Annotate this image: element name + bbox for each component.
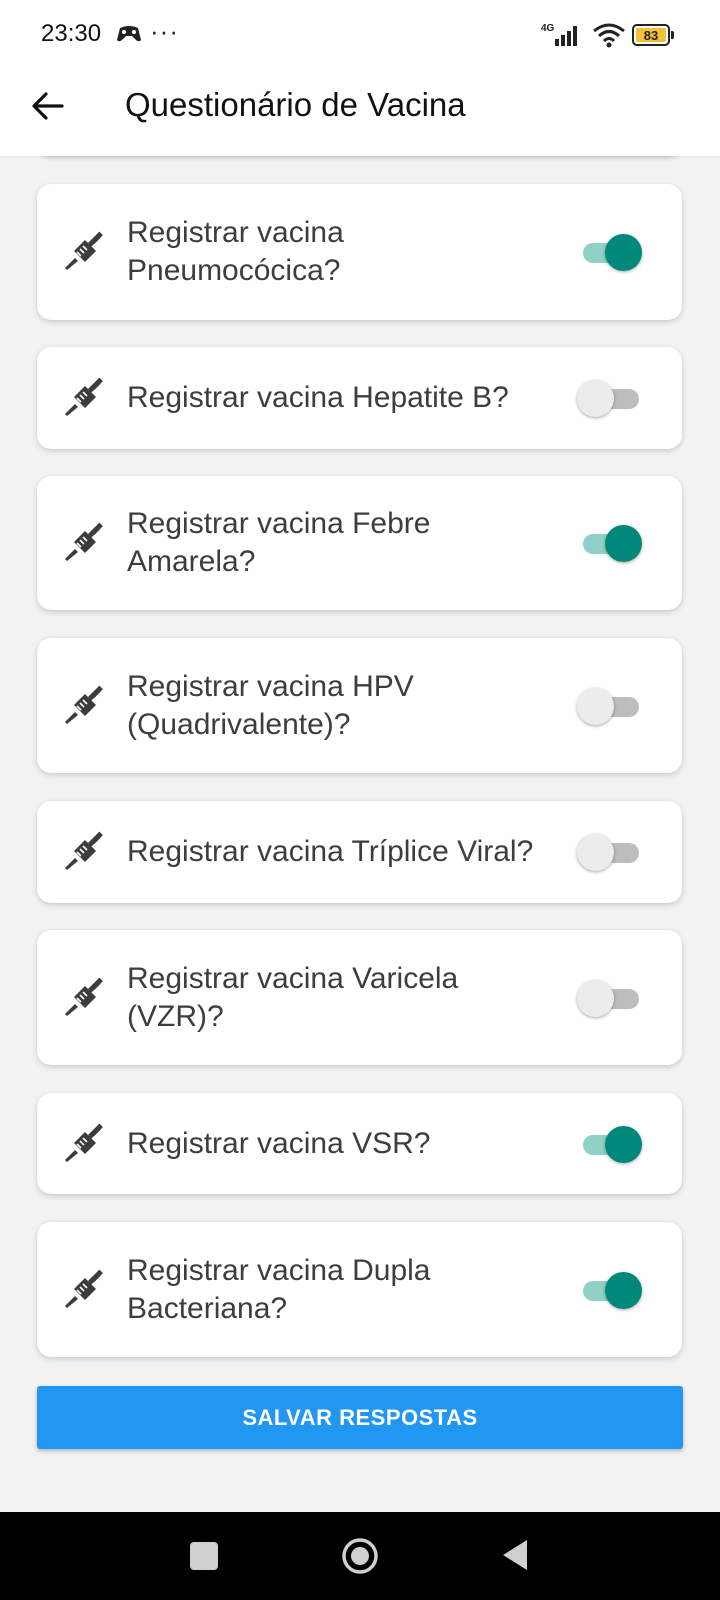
vaccine-card[interactable]: Registrar vacina HPV (Quadrivalente)? (37, 638, 682, 773)
vaccine-question-label: Registrar vacina Dupla Bacteriana? (127, 1253, 431, 1325)
syringe-icon (61, 1267, 107, 1313)
vaccine-card[interactable]: Registrar vacina Varicela (VZR)? (37, 930, 682, 1065)
syringe-icon (61, 683, 107, 729)
vaccine-card[interactable]: Registrar vacina VSR? (37, 1093, 682, 1194)
vaccine-card[interactable]: Registrar vacina Pneumocócica? (37, 184, 682, 320)
wifi-icon (593, 23, 625, 48)
vaccine-toggle-switch[interactable] (577, 978, 647, 1018)
game-controller-icon (117, 26, 141, 42)
syringe-icon (61, 520, 107, 566)
navigation-bar (0, 1512, 720, 1600)
top-bar: 23:30 ··· 4G 83 Questionário de Vacina (0, 0, 720, 156)
syringe-icon (61, 375, 107, 421)
vaccine-card[interactable]: Registrar vacina Febre Amarela? (37, 476, 682, 610)
syringe-icon (61, 829, 107, 875)
vaccine-question-label: Registrar vacina HPV (Quadrivalente)? (127, 669, 414, 741)
vaccine-toggle-switch[interactable] (577, 232, 647, 272)
vaccine-list[interactable]: Registrar vacina Pneumocócica? Registrar… (0, 156, 720, 1512)
battery-level: 83 (636, 28, 666, 43)
vaccine-question-label: Registrar vacina Febre Amarela? (127, 507, 431, 578)
vaccine-toggle-switch[interactable] (577, 832, 647, 872)
status-time: 23:30 (41, 20, 102, 47)
vaccine-question-label: Registrar vacina Hepatite B? (127, 381, 509, 414)
vaccine-toggle-switch[interactable] (577, 1124, 647, 1164)
nav-back-icon[interactable] (500, 1538, 530, 1572)
vaccine-card[interactable]: Registrar vacina Hepatite B? (37, 347, 682, 449)
save-responses-button[interactable]: SALVAR RESPOSTAS (37, 1386, 683, 1449)
vaccine-toggle-switch[interactable] (577, 686, 647, 726)
vaccine-toggle-switch[interactable] (577, 523, 647, 563)
app-bar: Questionário de Vacina (0, 70, 720, 156)
vaccine-card[interactable]: Registrar vacina Dupla Bacteriana? (37, 1222, 682, 1357)
vaccine-question-label: Registrar vacina Varicela (VZR)? (127, 961, 459, 1033)
vaccine-toggle-switch[interactable] (577, 378, 647, 418)
vaccine-question-label: Registrar vacina Tríplice Viral? (127, 835, 534, 868)
home-icon[interactable] (340, 1536, 380, 1576)
syringe-icon (61, 229, 107, 275)
recent-apps-icon[interactable] (190, 1542, 218, 1570)
arrow-back-icon[interactable] (26, 84, 70, 128)
vaccine-question-label: Registrar vacina Pneumocócica? (127, 216, 344, 287)
status-bar: 23:30 ··· 4G 83 (0, 0, 720, 70)
status-more-indicator: ··· (150, 16, 179, 46)
signal-icon: 4G (541, 23, 577, 46)
syringe-icon (61, 975, 107, 1021)
page-title: Questionário de Vacina (125, 86, 466, 123)
vaccine-card[interactable]: Registrar vacina Tríplice Viral? (37, 801, 682, 903)
syringe-icon (61, 1121, 107, 1167)
vaccine-question-label: Registrar vacina VSR? (127, 1126, 431, 1160)
battery-indicator: 83 (632, 24, 674, 46)
vaccine-toggle-switch[interactable] (577, 1270, 647, 1310)
network-type-label: 4G (541, 23, 555, 34)
